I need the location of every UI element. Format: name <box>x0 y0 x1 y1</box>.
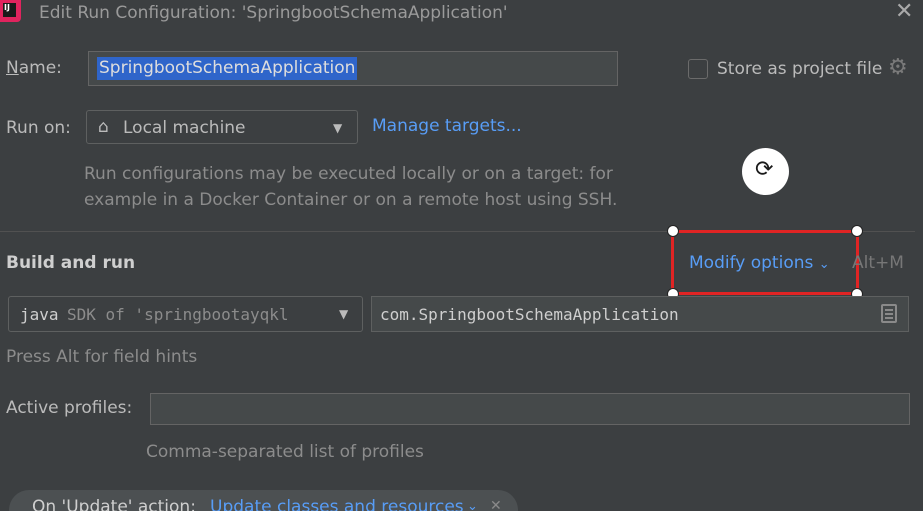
chevron-down-icon[interactable]: ⌄ <box>467 499 478 511</box>
close-icon[interactable]: ✕ <box>490 498 502 511</box>
name-value: SpringbootSchemaApplication <box>97 57 358 80</box>
chevron-down-icon: ⌄ <box>818 257 830 272</box>
app-logo-icon: IJ <box>0 0 21 22</box>
main-class-value: com.SpringbootSchemaApplication <box>380 305 679 324</box>
chevron-down-icon: ▼ <box>339 307 349 321</box>
store-project-label[interactable]: Store as project file <box>717 59 882 79</box>
active-profiles-hint: Comma-separated list of profiles <box>146 442 424 462</box>
manage-targets-link[interactable]: Manage targets... <box>372 116 522 136</box>
name-label-rest: ame: <box>18 58 62 78</box>
highlight-handle-tr <box>851 225 863 237</box>
active-profiles-label: Active profiles: <box>6 398 133 418</box>
refresh-icon[interactable]: ⟳ <box>742 148 789 195</box>
name-label: Name: <box>6 58 62 78</box>
run-on-selected: Local machine <box>123 118 246 138</box>
update-action-value[interactable]: Update classes and resources <box>210 497 464 511</box>
active-profiles-input[interactable] <box>150 393 910 425</box>
build-run-title: Build and run <box>6 253 136 273</box>
run-on-hint-line1: Run configurations may be executed local… <box>84 164 613 184</box>
sdk-java-text: java <box>20 305 59 324</box>
gear-icon[interactable]: ⚙ <box>888 55 908 80</box>
sdk-description: SDK of 'springbootayqkl <box>67 305 289 324</box>
home-icon: ⌂ <box>98 117 109 137</box>
modify-options-shortcut: Alt+M <box>852 253 904 273</box>
chevron-down-icon: ▼ <box>333 121 343 135</box>
close-icon[interactable]: ✕ <box>895 0 913 24</box>
store-project-checkbox[interactable] <box>688 59 708 79</box>
field-hint: Press Alt for field hints <box>6 347 198 367</box>
update-action-label: On 'Update' action: <box>32 497 196 511</box>
modify-options-label: Modify options <box>689 253 814 273</box>
modify-options-link[interactable]: Modify options ⌄ <box>689 253 830 273</box>
run-on-hint-line2: example in a Docker Container or on a re… <box>84 190 618 210</box>
document-icon[interactable] <box>881 304 897 323</box>
window-title: Edit Run Configuration: 'SpringbootSchem… <box>39 3 508 23</box>
run-on-label: Run on: <box>6 118 71 138</box>
highlight-handle-tl <box>667 225 679 237</box>
